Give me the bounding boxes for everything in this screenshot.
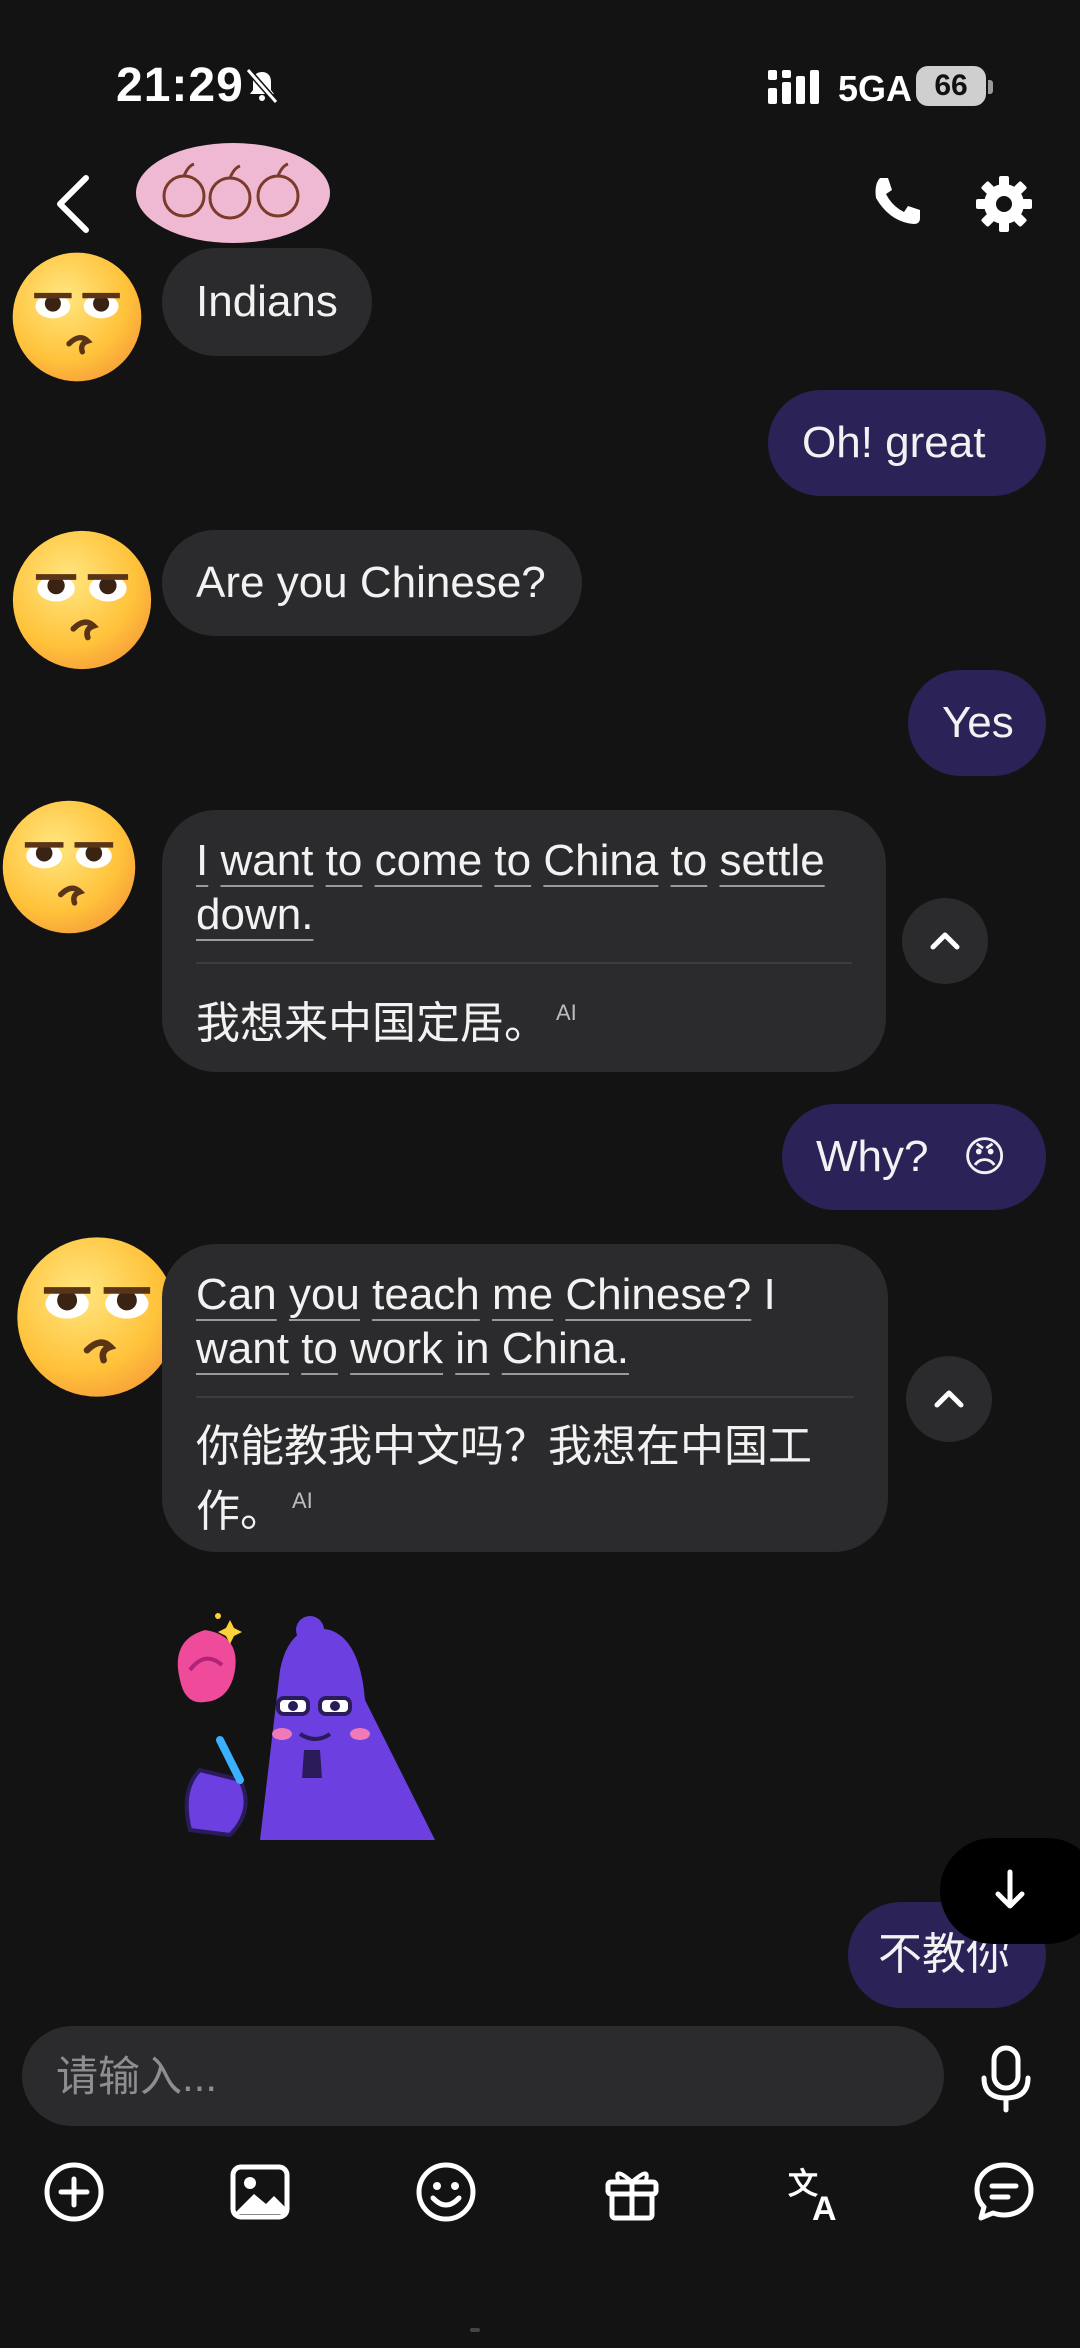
word[interactable]: work bbox=[350, 1324, 443, 1373]
word[interactable]: to bbox=[326, 836, 363, 885]
word[interactable]: Can bbox=[196, 1270, 277, 1319]
contact-avatar[interactable] bbox=[134, 140, 332, 246]
sender-avatar-emoji[interactable] bbox=[10, 528, 154, 672]
translation-text: 我想来中国定居。 AI bbox=[196, 999, 577, 1048]
word[interactable]: China bbox=[543, 836, 658, 885]
collapse-translation-button[interactable] bbox=[902, 898, 988, 984]
word[interactable]: Chinese? bbox=[565, 1270, 751, 1319]
purple-ghost-with-rose-sticker[interactable] bbox=[160, 1610, 440, 1850]
word[interactable]: to bbox=[301, 1324, 338, 1373]
image-icon[interactable] bbox=[228, 2160, 292, 2224]
outgoing-message-bubble[interactable]: Why? 😠 bbox=[782, 1104, 1046, 1210]
incoming-message-bubble[interactable]: Indians bbox=[162, 248, 372, 356]
word[interactable]: to bbox=[494, 836, 531, 885]
translation-divider bbox=[196, 1396, 854, 1398]
word[interactable]: come bbox=[375, 836, 483, 885]
chat-icon[interactable] bbox=[972, 2160, 1036, 2224]
svg-text:A: A bbox=[812, 2190, 837, 2224]
message-text: Are you Chinese? bbox=[196, 558, 546, 607]
sender-avatar-emoji[interactable] bbox=[0, 795, 138, 939]
translation-divider bbox=[196, 962, 852, 964]
battery-indicator: 66 bbox=[916, 66, 986, 106]
word[interactable]: want bbox=[220, 836, 313, 885]
chevron-up-icon bbox=[930, 932, 960, 950]
back-arrow-icon[interactable] bbox=[50, 172, 100, 236]
bell-muted-icon bbox=[245, 68, 279, 104]
word[interactable]: I bbox=[764, 1270, 776, 1319]
ai-label: AI bbox=[556, 1000, 577, 1025]
phone-icon[interactable] bbox=[870, 174, 924, 228]
original-text: I want to come to China to settle down. bbox=[196, 834, 852, 942]
word[interactable]: want bbox=[196, 1324, 289, 1373]
collapse-translation-button[interactable] bbox=[906, 1356, 992, 1442]
word[interactable]: down. bbox=[196, 890, 313, 939]
message-text: Why? bbox=[816, 1132, 929, 1181]
gear-icon[interactable] bbox=[974, 174, 1034, 234]
add-icon[interactable] bbox=[42, 2160, 106, 2224]
original-text: Can you teach me Chinese? I want to work… bbox=[196, 1268, 854, 1376]
translate-icon[interactable]: 文 A bbox=[786, 2160, 850, 2224]
home-indicator bbox=[470, 2328, 480, 2332]
signal-icon bbox=[768, 70, 819, 104]
word[interactable]: settle bbox=[720, 836, 825, 885]
word[interactable]: you bbox=[289, 1270, 360, 1319]
angry-face-emoji: 😠 bbox=[962, 1133, 1007, 1180]
incoming-message-bubble[interactable]: Are you Chinese? bbox=[162, 530, 582, 636]
outgoing-message-bubble[interactable]: Yes bbox=[908, 670, 1046, 776]
word[interactable]: me bbox=[492, 1270, 553, 1319]
incoming-translated-message-bubble[interactable]: I want to come to China to settle down. … bbox=[162, 810, 886, 1072]
network-label: 5GA bbox=[838, 68, 913, 109]
word[interactable]: China. bbox=[502, 1324, 629, 1373]
chevron-up-icon bbox=[934, 1390, 964, 1408]
word[interactable]: I bbox=[196, 836, 208, 885]
emoji-icon[interactable] bbox=[414, 2160, 478, 2224]
gift-icon[interactable] bbox=[600, 2160, 664, 2224]
arrow-down-icon bbox=[995, 1869, 1025, 1909]
word[interactable]: in bbox=[455, 1324, 489, 1373]
sender-avatar-emoji[interactable] bbox=[10, 250, 144, 384]
chat-screen: 21:29 5GA 66 Indians Oh! great Are you C… bbox=[0, 0, 1080, 2348]
message-input[interactable] bbox=[54, 2026, 918, 2128]
translation-text: 你能教我中文吗？我想在中国工作。 AI bbox=[196, 1422, 812, 1536]
message-text: Oh! great bbox=[802, 418, 986, 467]
message-input-container bbox=[22, 2026, 944, 2128]
ai-label: AI bbox=[292, 1488, 313, 1513]
sender-avatar-emoji[interactable] bbox=[14, 1234, 180, 1400]
message-text: Indians bbox=[196, 277, 338, 326]
message-text: Yes bbox=[942, 698, 1014, 747]
word[interactable]: to bbox=[671, 836, 708, 885]
outgoing-message-bubble[interactable]: Oh! great bbox=[768, 390, 1046, 496]
microphone-icon[interactable] bbox=[978, 2044, 1034, 2114]
word[interactable]: teach bbox=[372, 1270, 480, 1319]
incoming-translated-message-bubble[interactable]: Can you teach me Chinese? I want to work… bbox=[162, 1244, 888, 1552]
battery-tip bbox=[988, 80, 993, 94]
status-time: 21:29 bbox=[116, 59, 244, 112]
scroll-to-bottom-button[interactable] bbox=[940, 1838, 1080, 1944]
